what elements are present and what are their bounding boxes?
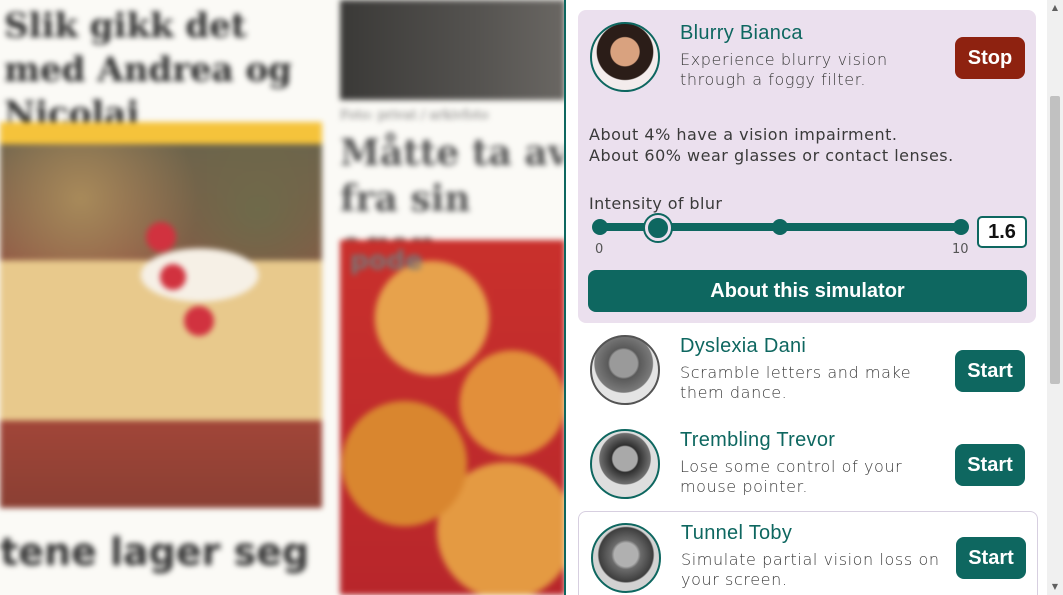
photo-caption: Foto: privat / arkivfoto bbox=[340, 108, 489, 123]
start-button[interactable]: Start bbox=[955, 350, 1025, 392]
blur-slider-handle[interactable] bbox=[644, 215, 671, 241]
avatar bbox=[590, 429, 660, 499]
background-page: Slik gikk det med Andrea og Nicolai Foto… bbox=[0, 0, 565, 595]
start-button[interactable]: Start bbox=[955, 444, 1025, 486]
simulator-description: Scramble letters and make them dance. bbox=[680, 363, 912, 402]
article-photo bbox=[340, 0, 565, 100]
simulator-name: Tunnel Toby bbox=[681, 522, 793, 544]
slider-max-label: 10 bbox=[952, 242, 969, 257]
simulator-description: Experience blurry vision through a foggy… bbox=[680, 50, 888, 89]
scroll-down-icon[interactable]: ▼ bbox=[1047, 579, 1063, 595]
simulator-name: Dyslexia Dani bbox=[680, 335, 807, 357]
simulator-name: Blurry Bianca bbox=[680, 22, 803, 44]
slider-step-dot bbox=[953, 219, 969, 235]
simulator-card-trembling-trevor: Trembling Trevor Lose some control of yo… bbox=[578, 427, 1036, 513]
start-button[interactable]: Start bbox=[956, 537, 1026, 579]
simulator-card-tunnel-toby: Tunnel Toby Simulate partial vision loss… bbox=[578, 511, 1038, 595]
category-bar bbox=[0, 122, 322, 144]
scrollbar-thumb[interactable] bbox=[1050, 96, 1060, 384]
scrollbar[interactable]: ▲ ▼ bbox=[1047, 0, 1063, 595]
avatar bbox=[590, 335, 660, 405]
article-photo: pode bbox=[340, 240, 565, 595]
slider-label: Intensity of blur bbox=[589, 194, 723, 213]
avatar bbox=[591, 523, 661, 593]
about-simulator-button[interactable]: About this simulator bbox=[588, 270, 1027, 312]
statistics: About 4% have a vision impairment. About… bbox=[589, 124, 954, 166]
slider-step-dot bbox=[592, 219, 608, 235]
simulator-card-blurry-bianca: Blurry Bianca Experience blurry vision t… bbox=[578, 10, 1036, 323]
article-headline: Slik gikk det med Andrea og Nicolai bbox=[4, 6, 292, 134]
avatar bbox=[590, 22, 660, 92]
blur-value-input[interactable]: 1.6 bbox=[977, 216, 1027, 248]
simulator-name: Trembling Trevor bbox=[680, 429, 836, 451]
scroll-up-icon[interactable]: ▲ bbox=[1047, 0, 1063, 16]
statistic-line: About 4% have a vision impairment. bbox=[589, 125, 898, 144]
simulator-description: Lose some control of your mouse pointer. bbox=[680, 457, 903, 496]
article-photo bbox=[0, 144, 322, 508]
simulator-panel: Blurry Bianca Experience blurry vision t… bbox=[564, 0, 1049, 595]
statistic-line: About 60% wear glasses or contact lenses… bbox=[589, 146, 954, 165]
slider-step-dot bbox=[772, 219, 788, 235]
stop-button[interactable]: Stop bbox=[955, 37, 1025, 79]
simulator-description: Simulate partial vision loss on your scr… bbox=[681, 550, 940, 589]
simulator-card-dyslexia-dani: Dyslexia Dani Scramble letters and make … bbox=[578, 333, 1036, 419]
photo-tag: pode bbox=[350, 246, 423, 276]
article-headline: tene lager seg bbox=[0, 530, 310, 574]
slider-min-label: 0 bbox=[595, 242, 604, 257]
